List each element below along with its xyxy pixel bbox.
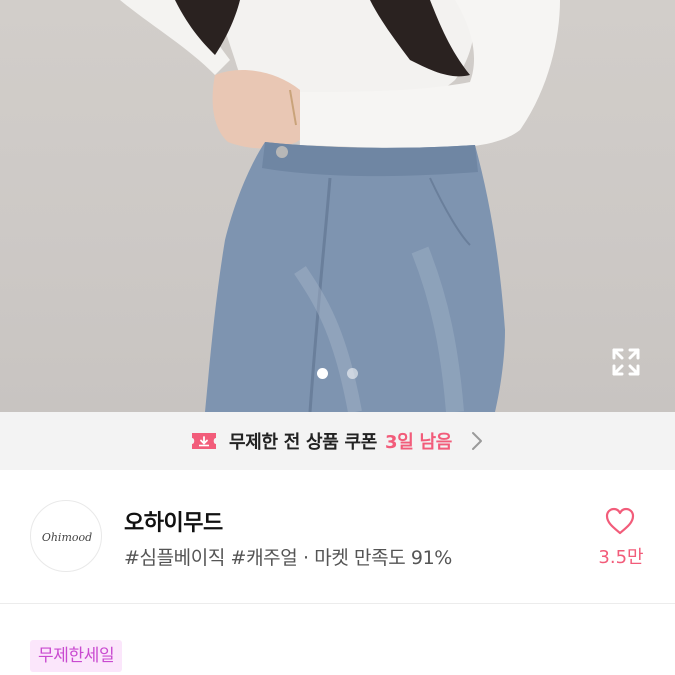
shop-name[interactable]: 오하이무드 (124, 505, 223, 537)
product-detail-page: 무제한 전 상품 쿠폰 3일 남음 Ohimood 오하이무드 #심플베이직 #… (0, 0, 675, 675)
section-divider (0, 603, 675, 604)
carousel-dot[interactable] (347, 368, 359, 379)
like-count: 3.5만 (598, 547, 644, 568)
product-image[interactable] (0, 0, 675, 412)
coupon-ticket-icon (191, 431, 217, 451)
coupon-label: 무제한 전 상품 쿠폰 (229, 432, 377, 453)
sale-badge: 무제한세일 (30, 640, 123, 672)
carousel-dot-active[interactable] (316, 368, 328, 379)
product-photo-illustration (120, 0, 560, 412)
coupon-days-left: 3일 남음 (385, 432, 452, 453)
chevron-right-icon (470, 430, 484, 452)
coupon-banner[interactable]: 무제한 전 상품 쿠폰 3일 남음 (0, 412, 675, 470)
carousel-indicator (0, 364, 675, 379)
svg-text:Ohimood: Ohimood (42, 531, 92, 544)
shop-tags: #심플베이직 #캐주얼 · 마켓 만족도 91% (124, 547, 452, 569)
shop-logo[interactable]: Ohimood (30, 500, 102, 572)
shop-logo-script: Ohimood (42, 531, 92, 544)
heart-outline-icon[interactable] (604, 506, 636, 536)
expand-arrows-icon[interactable] (608, 344, 644, 380)
